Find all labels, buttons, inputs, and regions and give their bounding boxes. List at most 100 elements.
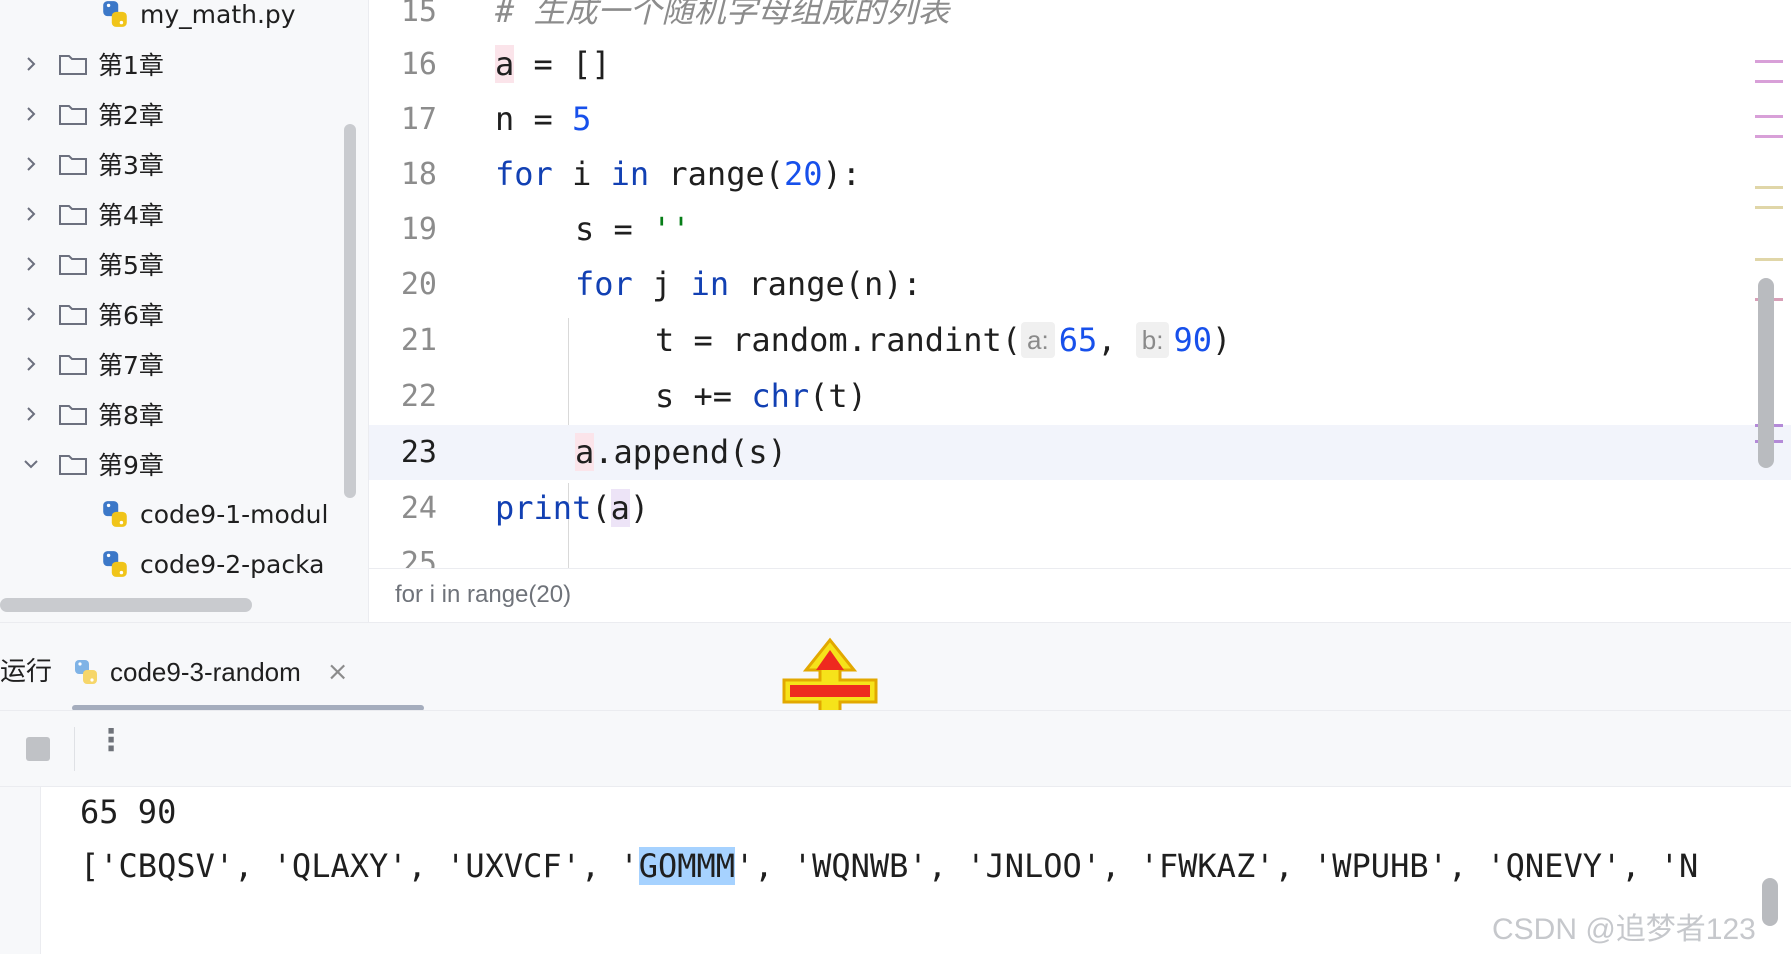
line-number: 24 [400, 491, 437, 526]
tree-folder[interactable]: 第8章 [0, 390, 340, 438]
folder-icon [59, 305, 87, 325]
tree-folder[interactable]: 第2章 [0, 90, 340, 138]
run-toolbar: ⋮ [0, 710, 1791, 787]
folder-icon [59, 255, 87, 275]
identifier-a: a [610, 489, 630, 527]
tree-item-label: 第5章 [98, 251, 164, 280]
chevron-right-icon[interactable] [20, 303, 42, 325]
chevron-right-icon[interactable] [20, 203, 42, 225]
tree-item-label: 第2章 [98, 101, 164, 130]
tree-item-label: 第1章 [98, 51, 164, 80]
toolbar-divider [74, 727, 75, 771]
error-stripe-mark[interactable] [1755, 60, 1783, 63]
tab-run-config[interactable]: code9-3-random × [72, 637, 422, 707]
console-gutter [0, 787, 41, 954]
tree-item-label: 第8章 [98, 401, 164, 430]
folder-icon [59, 105, 87, 125]
code-line-24[interactable]: 24 print(a) [369, 481, 1791, 536]
run-panel-title: 运行 [0, 656, 53, 686]
line-number: 19 [400, 212, 437, 247]
error-stripe-mark[interactable] [1755, 80, 1783, 83]
chevron-right-icon[interactable] [20, 253, 42, 275]
line-number: 16 [400, 47, 437, 82]
tree-vertical-scrollbar[interactable] [344, 124, 356, 498]
close-icon[interactable]: × [327, 657, 349, 687]
tree-folder[interactable]: 第7章 [0, 340, 340, 388]
tree-file[interactable]: code9-2-packa [0, 540, 340, 588]
tree-horizontal-scrollbar[interactable] [0, 598, 252, 612]
folder-icon [59, 355, 87, 375]
tab-label: code9-3-random [110, 656, 301, 687]
line-number: 22 [400, 379, 437, 414]
error-stripe-mark[interactable] [1755, 206, 1783, 209]
tree-folder[interactable]: 第4章 [0, 190, 340, 238]
tree-item-label: 第9章 [98, 451, 164, 480]
output-line: 65 90 [80, 793, 177, 831]
code-line-23-current[interactable]: 23 a.append(s) [369, 425, 1791, 480]
code-line-19[interactable]: 19 s = '' [369, 202, 1791, 257]
chevron-right-icon[interactable] [20, 403, 42, 425]
code-line-22[interactable]: 22 s += chr(t) [369, 369, 1791, 424]
comment: # 生成一个随机字母组成的列表 [495, 0, 950, 30]
breadcrumb[interactable]: for i in range(20) [369, 568, 1791, 623]
tree-item-label: code9-2-packa [140, 549, 325, 579]
stop-button[interactable] [26, 737, 50, 761]
selected-text: GOMMM [638, 847, 736, 885]
tree-folder[interactable]: 第3章 [0, 140, 340, 188]
folder-icon [59, 55, 87, 75]
folder-icon [59, 455, 87, 475]
error-stripe-mark[interactable] [1755, 258, 1783, 261]
tree-file[interactable]: my_math.py [0, 0, 340, 38]
parameter-hint-b: b: [1135, 322, 1170, 358]
error-stripe-mark[interactable] [1755, 115, 1783, 118]
code-line-15[interactable]: 15 # 生成一个随机字母组成的列表 [369, 0, 1791, 39]
tree-item-label: code9-1-modul [140, 499, 329, 529]
tree-item-label: 第7章 [98, 351, 164, 380]
line-number: 17 [400, 102, 437, 137]
chevron-right-icon[interactable] [20, 353, 42, 375]
tree-item-label: 第4章 [98, 201, 164, 230]
python-file-icon [75, 660, 97, 684]
line-number: 20 [400, 267, 437, 302]
code-editor[interactable]: 15 # 生成一个随机字母组成的列表 16 a = [] 17 n = 5 18… [369, 0, 1791, 568]
identifier-a: a [575, 433, 595, 471]
output-line: ['CBQSV', 'QLAXY', 'UXVCF', 'GOMMM', 'WQ… [80, 847, 1699, 885]
chevron-right-icon[interactable] [20, 103, 42, 125]
line-number: 18 [400, 157, 437, 192]
project-tree-panel: my_math.py 第1章第2章第3章第4章第5章第6章第7章第8章第9章 cod… [0, 0, 369, 622]
error-stripe-mark[interactable] [1755, 135, 1783, 138]
console-scrollbar[interactable] [1762, 878, 1778, 926]
folder-icon [59, 405, 87, 425]
tree-item-label: my_math.py [140, 0, 296, 29]
chevron-down-icon[interactable] [20, 453, 42, 475]
tree-folder[interactable]: 第9章 [0, 440, 340, 488]
editor-vertical-scrollbar[interactable] [1758, 278, 1774, 468]
line-number: 23 [400, 435, 437, 470]
python-file-icon [103, 1, 127, 27]
code-line-21[interactable]: 21 t = random.randint(a: 65, b: 90) [369, 313, 1791, 368]
tree-folder[interactable]: 第5章 [0, 240, 340, 288]
code-line-18[interactable]: 18 for i in range(20): [369, 147, 1791, 202]
tree-item-label: 第3章 [98, 151, 164, 180]
chevron-right-icon[interactable] [20, 153, 42, 175]
tree-item-label: 第6章 [98, 301, 164, 330]
chevron-right-icon[interactable] [20, 53, 42, 75]
more-options-icon[interactable]: ⋮ [96, 723, 126, 758]
python-file-icon [103, 501, 127, 527]
code-line-25[interactable]: 25 [369, 536, 1791, 568]
folder-icon [59, 205, 87, 225]
python-file-icon [103, 551, 127, 577]
tree-folder[interactable]: 第1章 [0, 40, 340, 88]
breadcrumb-item[interactable]: for i in range(20) [395, 581, 571, 609]
watermark: CSDN @追梦者123 [1492, 913, 1756, 946]
tree-file[interactable]: code9-1-modul [0, 490, 340, 538]
line-number: 25 [400, 546, 437, 568]
line-number: 21 [400, 323, 437, 358]
error-stripe-mark[interactable] [1755, 186, 1783, 189]
code-line-20[interactable]: 20 for j in range(n): [369, 257, 1791, 312]
line-number: 15 [400, 0, 437, 29]
code-line-16[interactable]: 16 a = [] [369, 37, 1791, 92]
run-tool-window-header: 运行 code9-3-random × [0, 622, 1791, 711]
tree-folder[interactable]: 第6章 [0, 290, 340, 338]
code-line-17[interactable]: 17 n = 5 [369, 92, 1791, 147]
